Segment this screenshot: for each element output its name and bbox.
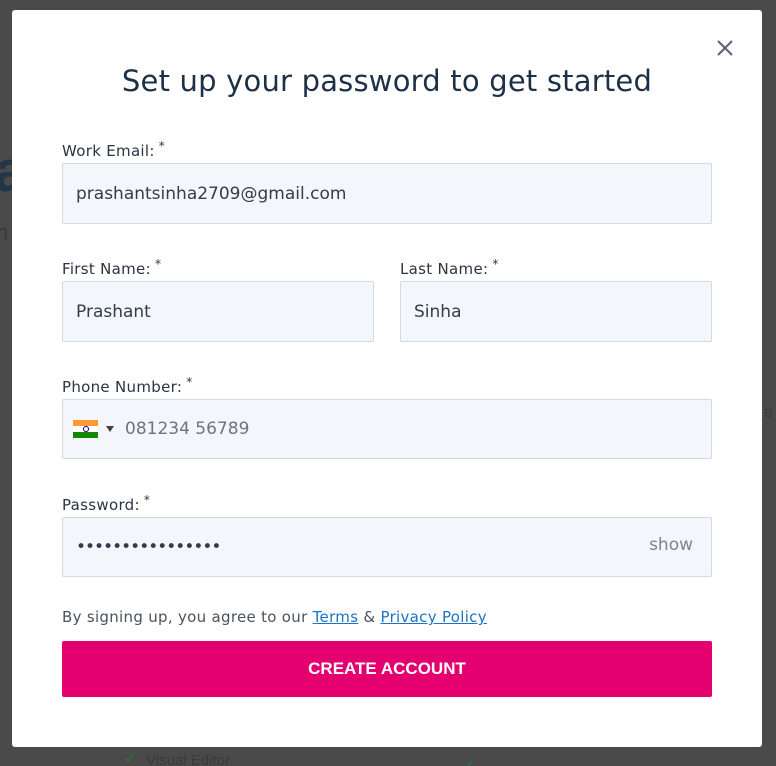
password-field[interactable]: •••••••••••••••• show	[62, 517, 712, 577]
last-name-label-text: Last Name:	[400, 260, 489, 278]
last-name-field[interactable]: Sinha	[400, 281, 712, 342]
modal-title: Set up your password to get started	[121, 64, 653, 98]
required-mark: *	[158, 139, 166, 153]
privacy-policy-link[interactable]: Privacy Policy	[380, 608, 486, 626]
phone-label: Phone Number: *	[62, 375, 193, 396]
password-label-text: Password:	[62, 496, 140, 514]
phone-label-text: Phone Number:	[62, 378, 183, 396]
background-check-icon: ✓	[124, 750, 138, 766]
first-name-field[interactable]: Prashant	[62, 281, 374, 342]
email-label: Work Email: *	[62, 139, 166, 160]
chevron-down-icon[interactable]	[106, 426, 114, 432]
required-mark: *	[154, 257, 162, 271]
required-mark: *	[186, 375, 193, 389]
phone-field-value: 081234 56789	[125, 419, 250, 439]
show-password-toggle[interactable]: show	[649, 535, 693, 555]
first-name-label-text: First Name:	[62, 260, 151, 278]
last-name-field-value: Sinha	[414, 301, 462, 322]
background-partial-text: Visual Editor	[146, 752, 230, 766]
password-label: Password: *	[62, 493, 151, 514]
background-partial-text: e	[764, 404, 773, 421]
india-flag-icon[interactable]	[73, 420, 98, 438]
phone-field[interactable]: 081234 56789	[62, 399, 712, 459]
background-partial-text: n	[0, 220, 9, 245]
required-mark: *	[492, 257, 499, 271]
terms-link[interactable]: Terms	[313, 608, 359, 626]
required-mark: *	[143, 493, 151, 507]
email-label-text: Work Email:	[62, 142, 155, 160]
close-icon[interactable]	[714, 37, 736, 59]
first-name-label: First Name: *	[62, 257, 162, 278]
consent-ampersand: &	[363, 608, 376, 626]
last-name-label: Last Name: *	[400, 257, 499, 278]
password-masked-value: ••••••••••••••••	[76, 536, 221, 557]
signup-modal: Set up your password to get started Work…	[12, 10, 762, 747]
email-field[interactable]: prashantsinha2709@gmail.com	[62, 163, 712, 224]
email-field-value: prashantsinha2709@gmail.com	[76, 183, 347, 204]
consent-text: By signing up, you agree to our Terms & …	[62, 608, 487, 626]
background-check-icon: ✓	[462, 756, 475, 766]
first-name-field-value: Prashant	[76, 301, 151, 322]
consent-prefix: By signing up, you agree to our	[62, 608, 308, 626]
create-account-button[interactable]: CREATE ACCOUNT	[62, 641, 712, 697]
